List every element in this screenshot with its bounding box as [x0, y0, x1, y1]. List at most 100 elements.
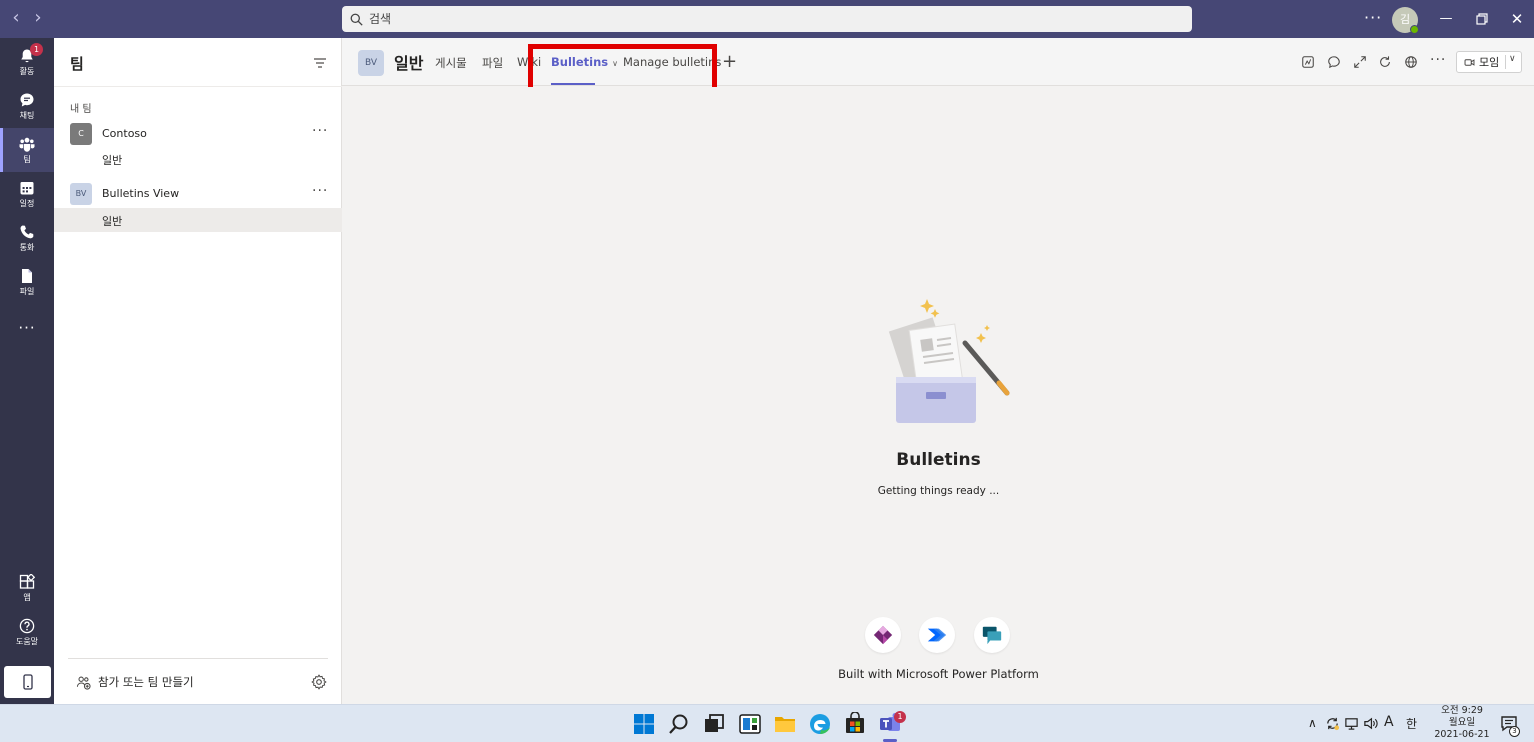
title-bar: ‹ › ··· 김 — ✕ — [0, 0, 1534, 38]
divider — [68, 658, 328, 659]
built-with-label: Built with Microsoft Power Platform — [838, 667, 1039, 681]
rail-item-apps[interactable]: 앱 — [0, 566, 54, 610]
divider — [54, 86, 342, 87]
rail-item-files[interactable]: 파일 — [0, 260, 54, 304]
header-more-button[interactable]: ··· — [1430, 52, 1446, 68]
close-icon[interactable]: ✕ — [1505, 8, 1529, 30]
channel-row-contoso-general[interactable]: 일반 — [54, 147, 342, 171]
power-virtual-agents-icon — [974, 617, 1010, 653]
app-title: Bulletins — [896, 450, 981, 470]
tab-files[interactable]: 파일 — [482, 55, 503, 71]
channel-team-tile: BV — [358, 50, 384, 76]
teams-notification-badge: 1 — [894, 711, 906, 723]
channel-header: BV 일반 게시물 파일 Wiki Bulletins ∨ Manage bul… — [342, 38, 1534, 86]
edge-browser-icon[interactable] — [808, 712, 832, 736]
search-icon[interactable] — [667, 712, 691, 736]
ime-language-indicator[interactable]: 한 — [1406, 715, 1417, 732]
calendar-icon — [20, 181, 34, 194]
join-or-create-team-button[interactable]: 참가 또는 팀 만들기 — [76, 674, 194, 690]
phone-icon — [20, 225, 34, 238]
meet-button[interactable]: 모임 ∨ — [1456, 51, 1522, 73]
filter-icon[interactable] — [312, 56, 328, 70]
globe-icon[interactable] — [1404, 55, 1418, 69]
panel-title: 팀 — [70, 55, 84, 73]
rail-label: 활동 — [19, 66, 35, 76]
rail-label: 일정 — [19, 198, 35, 208]
team-row-contoso[interactable]: C Contoso ··· — [54, 121, 342, 147]
gear-icon[interactable] — [311, 674, 327, 690]
clock-date: 2021-06-21 — [1434, 729, 1490, 740]
section-label-my-teams: 내 팀 — [70, 104, 92, 115]
microsoft-store-icon[interactable] — [843, 712, 867, 736]
loading-status: Getting things ready ... — [877, 485, 1000, 497]
apps-icon — [19, 573, 35, 589]
more-icon: ··· — [18, 319, 36, 337]
join-label: 참가 또는 팀 만들기 — [98, 675, 194, 689]
channel-row-bulletins-general[interactable]: 일반 — [54, 208, 342, 232]
back-arrow-icon[interactable]: ‹ — [6, 8, 26, 28]
forward-arrow-icon[interactable]: › — [28, 8, 48, 28]
chat-icon — [20, 93, 34, 106]
expand-icon[interactable] — [1353, 55, 1367, 69]
help-icon — [19, 618, 35, 633]
rail-label: 팀 — [23, 154, 31, 164]
chevron-down-icon[interactable]: ∨ — [1509, 54, 1516, 64]
meeting-notes-icon[interactable] — [1301, 55, 1315, 69]
team-name: Contoso — [102, 127, 147, 140]
rail-label: 통화 — [19, 242, 35, 252]
rail-item-teams[interactable]: 팀 — [0, 128, 54, 172]
rail-item-help[interactable]: 도움말 — [0, 610, 54, 654]
tab-posts[interactable]: 게시물 — [435, 55, 467, 71]
team-name: Bulletins View — [102, 187, 180, 200]
rail-item-calendar[interactable]: 일정 — [0, 172, 54, 216]
mobile-device-icon — [22, 674, 33, 690]
rail-item-calls[interactable]: 통화 — [0, 216, 54, 260]
file-icon — [22, 268, 32, 283]
settings-more-button[interactable]: ··· — [1364, 8, 1382, 27]
search-box[interactable] — [342, 6, 1192, 32]
task-view-icon[interactable] — [702, 712, 726, 736]
team-more-button[interactable]: ··· — [312, 123, 328, 139]
channel-name: 일반 — [102, 215, 123, 228]
rail-item-activity[interactable]: 활동 1 — [0, 40, 54, 84]
clock-weekday: 월요일 — [1448, 717, 1476, 728]
restore-icon[interactable] — [1470, 8, 1494, 30]
show-hidden-icons[interactable]: ∧ — [1308, 716, 1317, 730]
user-initial: 김 — [1399, 13, 1411, 26]
ime-mode-indicator[interactable]: A — [1384, 714, 1394, 730]
activity-badge: 1 — [30, 43, 43, 56]
team-more-button[interactable]: ··· — [312, 183, 328, 199]
widgets-icon[interactable] — [738, 712, 762, 736]
channel-name: 일반 — [102, 154, 123, 167]
conversation-icon[interactable] — [1327, 55, 1341, 69]
sync-icon[interactable] — [1325, 716, 1340, 731]
network-icon[interactable] — [1344, 716, 1359, 731]
rail-label: 채팅 — [19, 110, 35, 120]
minimize-icon[interactable]: — — [1434, 8, 1458, 30]
power-apps-icon — [865, 617, 901, 653]
video-camera-icon — [1464, 58, 1475, 66]
meet-label: 모임 — [1479, 56, 1500, 69]
windows-start-icon[interactable] — [632, 712, 656, 736]
add-team-icon — [76, 676, 91, 690]
windows-taskbar: 1 ∧ A 한 오전 9:29 월요일 2021-06-21 3 — [0, 704, 1534, 742]
clock-time: 오전 9:29 — [1441, 705, 1483, 716]
add-tab-button[interactable]: + — [722, 51, 737, 72]
power-automate-icon — [919, 617, 955, 653]
search-input[interactable] — [369, 12, 1169, 26]
volume-icon[interactable] — [1363, 716, 1378, 731]
teams-list-panel: 팀 내 팀 C Contoso ··· 일반 BV Bulletins View… — [54, 38, 342, 704]
rail-more-apps[interactable]: ··· — [0, 306, 54, 350]
channel-title: 일반 — [394, 54, 424, 73]
device-button[interactable] — [4, 666, 51, 698]
teams-icon — [19, 137, 35, 152]
rail-item-chat[interactable]: 채팅 — [0, 84, 54, 128]
system-clock[interactable]: 오전 9:29 월요일 2021-06-21 — [1424, 705, 1500, 741]
refresh-icon[interactable] — [1378, 55, 1392, 69]
presence-available-icon — [1410, 25, 1419, 34]
file-explorer-icon[interactable] — [773, 712, 797, 736]
search-icon — [350, 13, 363, 26]
team-row-bulletins-view[interactable]: BV Bulletins View ··· — [54, 181, 342, 207]
team-tile: C — [70, 123, 92, 145]
user-avatar[interactable]: 김 — [1392, 7, 1419, 34]
